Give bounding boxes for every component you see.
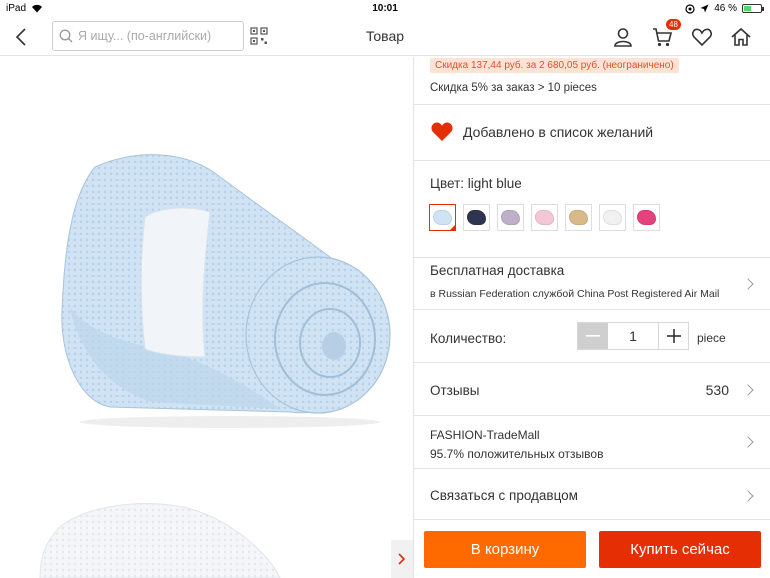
reviews-label: Отзывы — [430, 383, 480, 398]
search-input[interactable] — [78, 29, 238, 43]
color-swatch[interactable] — [599, 204, 626, 231]
chevron-right-icon — [742, 490, 754, 502]
product-image-gallery[interactable] — [0, 57, 413, 578]
status-bar: iPad 10:01 46 % — [0, 0, 770, 18]
wishlist-nav-button[interactable] — [691, 26, 713, 48]
shipping-subtitle: в Russian Federation службой China Post … — [430, 288, 720, 300]
chevron-right-icon — [742, 436, 754, 448]
minus-icon — [586, 335, 600, 337]
color-swatch[interactable] — [429, 204, 456, 231]
qr-scan-icon — [250, 27, 268, 45]
lock-rotation-icon — [685, 3, 695, 14]
buy-now-button[interactable]: Купить сейчас — [599, 531, 761, 568]
user-icon — [614, 28, 632, 47]
quantity-stepper — [577, 322, 689, 350]
swatch-thumbnail — [535, 210, 554, 225]
color-swatch[interactable] — [463, 204, 490, 231]
account-button[interactable] — [612, 26, 634, 48]
nav-bar: Товар 48 — [0, 18, 770, 56]
contact-seller-label: Связаться с продавцом — [430, 488, 578, 503]
swatch-thumbnail — [637, 210, 656, 225]
chevron-right-icon — [742, 384, 754, 396]
home-icon — [731, 27, 751, 46]
status-time: 10:01 — [372, 3, 398, 14]
quantity-decrease-button[interactable] — [578, 323, 608, 349]
product-image — [39, 154, 391, 578]
divider — [414, 160, 770, 161]
swatch-thumbnail — [467, 210, 486, 225]
quantity-unit: piece — [697, 331, 726, 345]
heart-icon — [691, 28, 713, 47]
swatch-thumbnail — [433, 210, 452, 225]
home-button[interactable] — [730, 26, 752, 48]
heart-filled-icon — [431, 122, 453, 141]
color-swatches — [429, 204, 660, 231]
shipping-title: Бесплатная доставка — [430, 263, 565, 278]
battery-icon — [742, 4, 764, 13]
gallery-next-button[interactable] — [391, 540, 413, 578]
divider — [414, 104, 770, 105]
search-box[interactable] — [52, 21, 244, 51]
back-button[interactable] — [8, 24, 34, 50]
qr-scan-button[interactable] — [250, 27, 268, 45]
swatch-thumbnail — [569, 210, 588, 225]
color-swatch[interactable] — [633, 204, 660, 231]
discount-tag: Скидка 137,44 руб. за 2 680,05 руб. (нео… — [430, 58, 679, 73]
chevron-right-icon — [742, 278, 754, 290]
chevron-right-icon — [398, 553, 406, 565]
wishlist-label: Добавлено в список желаний — [463, 123, 654, 140]
battery-percent: 46 % — [714, 3, 737, 14]
location-icon — [700, 4, 709, 13]
store-name: FASHION-TradeMall — [430, 428, 540, 442]
search-icon — [59, 29, 73, 43]
plus-icon — [666, 329, 681, 343]
quantity-increase-button[interactable] — [658, 323, 688, 349]
divider — [414, 309, 770, 310]
wishlist-toggle[interactable]: Добавлено в список желаний — [430, 121, 653, 142]
swatch-thumbnail — [501, 210, 520, 225]
reviews-count: 530 — [705, 382, 729, 398]
contact-seller-row[interactable]: Связаться с продавцом — [414, 468, 770, 518]
add-to-cart-button[interactable]: В корзину — [424, 531, 586, 568]
color-label: Цвет: light blue — [430, 176, 522, 191]
swatch-thumbnail — [603, 210, 622, 225]
color-swatch[interactable] — [565, 204, 592, 231]
color-swatch[interactable] — [531, 204, 558, 231]
back-chevron-icon — [15, 28, 26, 46]
cart-count-badge: 48 — [666, 19, 681, 30]
store-rating: 95.7% положительных отзывов — [430, 447, 604, 461]
page-title: Товар — [365, 28, 405, 44]
quantity-label: Количество: — [430, 331, 507, 346]
divider — [414, 519, 770, 520]
color-swatch[interactable] — [497, 204, 524, 231]
product-detail-panel: Скидка 137,44 руб. за 2 680,05 руб. (нео… — [414, 57, 770, 578]
shipping-row[interactable]: Бесплатная доставка в Russian Federation… — [414, 257, 770, 309]
bulk-discount-text: Скидка 5% за заказ > 10 pieces — [430, 82, 597, 94]
quantity-input[interactable] — [608, 323, 658, 349]
